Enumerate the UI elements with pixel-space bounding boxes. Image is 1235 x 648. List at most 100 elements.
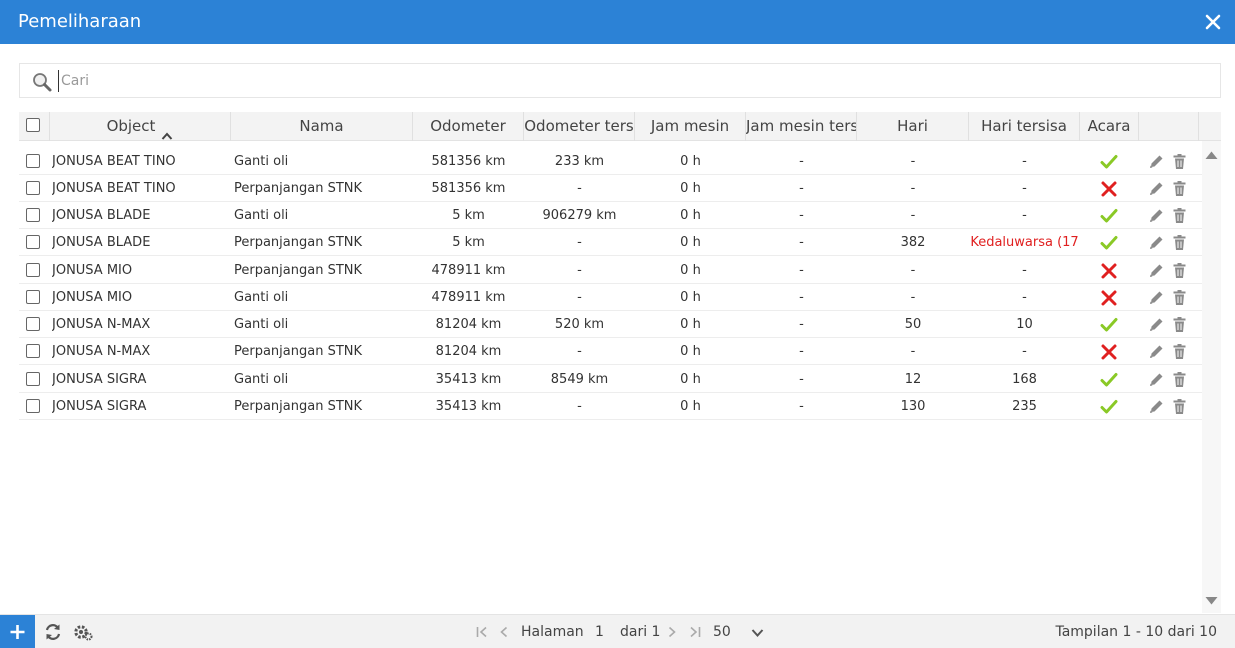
cell-odometer-ters: - [577, 399, 582, 414]
check-icon [1100, 153, 1118, 171]
cell-nama: Ganti oli [234, 317, 289, 332]
column-header-object[interactable]: Object [50, 112, 231, 141]
refresh-icon[interactable] [44, 623, 62, 641]
cell-jam-mesin: 0 h [680, 344, 701, 359]
close-icon[interactable] [1203, 12, 1223, 32]
pencil-icon[interactable] [1148, 234, 1165, 251]
trash-icon[interactable] [1171, 234, 1188, 251]
table-row[interactable]: JONUSA N-MAX Perpanjangan STNK 81204 km … [19, 338, 1202, 365]
cross-icon [1100, 343, 1118, 361]
previous-page-icon[interactable] [498, 626, 510, 638]
next-page-icon[interactable] [666, 626, 678, 638]
cell-odometer: 581356 km [431, 154, 506, 169]
cell-odometer: 81204 km [435, 344, 502, 359]
page-size-select[interactable]: 50 [713, 615, 731, 648]
check-icon [1100, 207, 1118, 225]
row-checkbox[interactable] [26, 181, 40, 195]
trash-icon[interactable] [1171, 153, 1188, 170]
cell-jam-mesin-ters: - [799, 372, 804, 387]
row-checkbox[interactable] [26, 154, 40, 168]
table-row[interactable]: JONUSA BEAT TINO Perpanjangan STNK 58135… [19, 175, 1202, 202]
pencil-icon[interactable] [1148, 289, 1165, 306]
column-header-jam-mesin-ters[interactable]: Jam mesin ters [746, 112, 857, 141]
table-row[interactable]: JONUSA SIGRA Perpanjangan STNK 35413 km … [19, 393, 1202, 420]
row-checkbox[interactable] [26, 208, 40, 222]
column-header-hari-tersisa[interactable]: Hari tersisa [969, 112, 1080, 141]
cell-hari: - [910, 154, 916, 169]
scroll-up-arrow-icon[interactable] [1205, 149, 1218, 159]
row-checkbox[interactable] [26, 344, 40, 358]
pencil-icon[interactable] [1148, 262, 1165, 279]
trash-icon[interactable] [1171, 289, 1188, 306]
cell-jam-mesin-ters: - [799, 263, 804, 278]
table-row[interactable]: JONUSA BLADE Perpanjangan STNK 5 km - 0 … [19, 229, 1202, 256]
cell-odometer-ters: - [577, 344, 582, 359]
row-checkbox[interactable] [26, 290, 40, 304]
pencil-icon[interactable] [1148, 180, 1165, 197]
trash-icon[interactable] [1171, 398, 1188, 415]
pencil-icon[interactable] [1148, 343, 1165, 360]
column-header-jam-mesin[interactable]: Jam mesin [635, 112, 746, 141]
records-summary: Tampilan 1 - 10 dari 10 [1055, 624, 1217, 640]
trash-icon[interactable] [1171, 180, 1188, 197]
column-header-odometer-ters[interactable]: Odometer ters [524, 112, 635, 141]
page-number-input[interactable]: 1 [595, 615, 604, 648]
column-header-odometer[interactable]: Odometer [413, 112, 524, 141]
trash-icon[interactable] [1171, 262, 1188, 279]
column-header-hari[interactable]: Hari [857, 112, 969, 141]
add-button[interactable] [0, 615, 35, 648]
row-checkbox[interactable] [26, 399, 40, 413]
row-checkbox[interactable] [26, 372, 40, 386]
cell-jam-mesin-ters: - [799, 290, 804, 305]
search-icon [31, 71, 53, 93]
column-header-acara[interactable]: Acara [1080, 112, 1139, 141]
cell-hari: - [910, 208, 916, 223]
column-header-actions [1139, 112, 1199, 141]
first-page-icon[interactable] [476, 626, 488, 638]
cell-jam-mesin: 0 h [680, 290, 701, 305]
page-total: dari 1 [620, 624, 661, 640]
trash-icon[interactable] [1171, 207, 1188, 224]
table-row[interactable]: JONUSA MIO Ganti oli 478911 km - 0 h - -… [19, 284, 1202, 311]
pencil-icon[interactable] [1148, 207, 1165, 224]
table-row[interactable]: JONUSA BEAT TINO Ganti oli 581356 km 233… [19, 148, 1202, 175]
select-all-checkbox[interactable] [26, 118, 40, 132]
table-row[interactable]: JONUSA SIGRA Ganti oli 35413 km 8549 km … [19, 366, 1202, 393]
row-checkbox[interactable] [26, 263, 40, 277]
title-bar: Pemeliharaan [0, 0, 1235, 44]
trash-icon[interactable] [1171, 316, 1188, 333]
cell-hari-tersisa: - [1022, 181, 1027, 196]
cell-jam-mesin: 0 h [680, 317, 701, 332]
row-checkbox[interactable] [26, 317, 40, 331]
column-header-object-label: Object [106, 117, 156, 135]
pencil-icon[interactable] [1148, 153, 1165, 170]
cell-object: JONUSA N-MAX [52, 317, 151, 332]
cell-jam-mesin-ters: - [799, 181, 804, 196]
cell-hari-tersisa: 10 [1016, 317, 1033, 332]
vertical-scrollbar[interactable] [1202, 141, 1221, 613]
cell-hari-tersisa: - [1022, 344, 1027, 359]
scroll-down-arrow-icon[interactable] [1205, 595, 1218, 605]
cell-odometer: 581356 km [431, 181, 506, 196]
trash-icon[interactable] [1171, 343, 1188, 360]
cell-nama: Ganti oli [234, 290, 289, 305]
table-row[interactable]: JONUSA N-MAX Ganti oli 81204 km 520 km 0… [19, 311, 1202, 338]
last-page-icon[interactable] [689, 626, 701, 638]
cell-jam-mesin: 0 h [680, 399, 701, 414]
pencil-icon[interactable] [1148, 398, 1165, 415]
cell-odometer-ters: 233 km [554, 154, 605, 169]
gear-icon[interactable] [73, 623, 93, 641]
chevron-down-icon[interactable] [751, 627, 764, 639]
cell-hari-tersisa: - [1022, 290, 1027, 305]
cell-jam-mesin: 0 h [680, 372, 701, 387]
pencil-icon[interactable] [1148, 371, 1165, 388]
pencil-icon[interactable] [1148, 316, 1165, 333]
trash-icon[interactable] [1171, 371, 1188, 388]
cell-object: JONUSA BEAT TINO [52, 154, 176, 169]
table-row[interactable]: JONUSA BLADE Ganti oli 5 km 906279 km 0 … [19, 202, 1202, 229]
table-row[interactable]: JONUSA MIO Perpanjangan STNK 478911 km -… [19, 257, 1202, 284]
column-header-nama[interactable]: Nama [231, 112, 413, 141]
check-icon [1100, 234, 1118, 252]
row-checkbox[interactable] [26, 235, 40, 249]
search-input[interactable] [58, 70, 1208, 92]
